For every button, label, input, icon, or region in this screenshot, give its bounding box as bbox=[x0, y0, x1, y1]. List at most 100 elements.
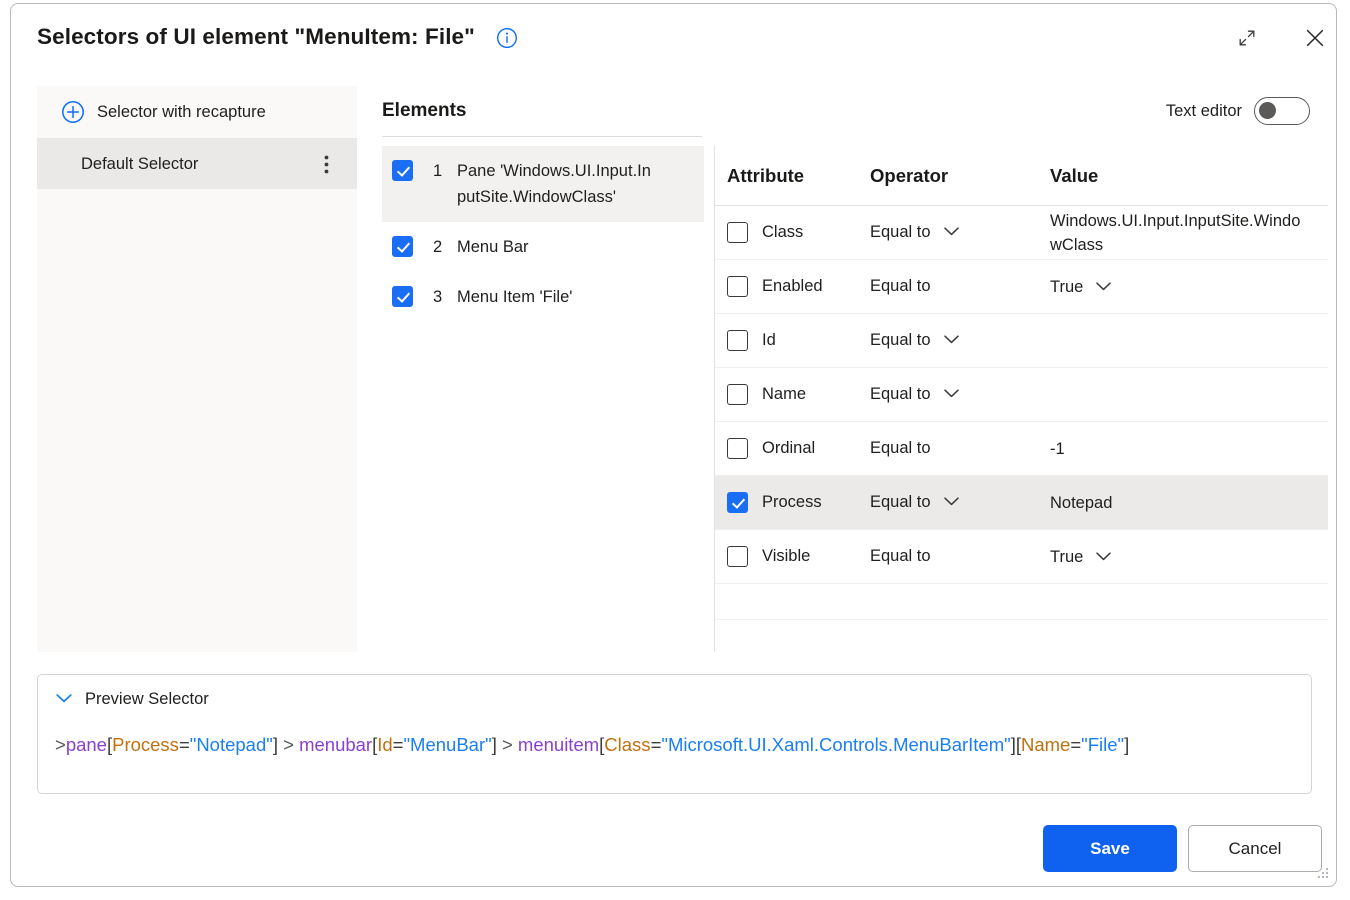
chevron-down-icon bbox=[943, 385, 960, 404]
operator-value: Equal to bbox=[870, 493, 931, 512]
chevron-down-icon bbox=[943, 493, 960, 512]
expand-button[interactable] bbox=[1226, 23, 1268, 57]
chevron-down-icon bbox=[1095, 545, 1112, 569]
selector-token: "File" bbox=[1081, 734, 1124, 755]
selector-token: Class bbox=[604, 734, 650, 755]
value-text: Windows.UI.Input.InputSite.WindowClass bbox=[1050, 209, 1306, 257]
element-index: 1 bbox=[433, 158, 457, 184]
operator-dropdown[interactable]: Equal to bbox=[870, 385, 1050, 404]
attribute-checkbox[interactable] bbox=[727, 492, 748, 513]
attribute-checkbox[interactable] bbox=[727, 330, 748, 351]
table-row[interactable]: Id Equal to bbox=[715, 314, 1328, 368]
attribute-checkbox[interactable] bbox=[727, 438, 748, 459]
value-text: -1 bbox=[1050, 437, 1065, 461]
operator-dropdown[interactable]: Equal to bbox=[870, 547, 1050, 566]
elements-list: 1Pane 'Windows.UI.Input.InputSite.Window… bbox=[382, 146, 704, 322]
element-label: Menu Item 'File' bbox=[457, 284, 572, 310]
element-list-item[interactable]: 3Menu Item 'File' bbox=[382, 272, 704, 322]
value-text: Notepad bbox=[1050, 491, 1112, 515]
selectors-dialog: Selectors of UI element "MenuItem: File" bbox=[10, 3, 1337, 887]
operator-value: Equal to bbox=[870, 223, 931, 242]
selector-token: "Microsoft.UI.Xaml.Controls.MenuBarItem" bbox=[661, 734, 1010, 755]
element-index: 3 bbox=[433, 284, 457, 310]
text-editor-control: Text editor bbox=[1166, 97, 1310, 125]
table-row[interactable]: NameEqual to bbox=[715, 368, 1328, 422]
attribute-name: Id bbox=[762, 331, 776, 350]
selector-token: = bbox=[179, 734, 190, 755]
resize-grip[interactable] bbox=[1314, 865, 1330, 881]
value-text: True bbox=[1050, 545, 1083, 569]
attribute-name: Class bbox=[762, 223, 803, 242]
chevron-down-icon bbox=[55, 691, 73, 709]
element-list-item[interactable]: 1Pane 'Windows.UI.Input.InputSite.Window… bbox=[382, 146, 704, 222]
selector-token: Id bbox=[377, 734, 392, 755]
toggle-knob bbox=[1259, 102, 1276, 119]
save-button[interactable]: Save bbox=[1043, 825, 1177, 872]
selector-token: "Notepad" bbox=[190, 734, 273, 755]
close-button[interactable] bbox=[1294, 23, 1336, 57]
attribute-name: Process bbox=[762, 493, 822, 512]
selector-token: Process bbox=[112, 734, 179, 755]
attribute-checkbox[interactable] bbox=[727, 276, 748, 297]
column-header-operator: Operator bbox=[870, 165, 1050, 187]
operator-value: Equal to bbox=[870, 331, 931, 350]
attribute-cell: Id bbox=[715, 330, 870, 351]
selectors-sidebar: Selector with recapture Default Selector bbox=[37, 86, 357, 652]
table-body: Class Equal to Windows.UI.Input.InputSite.… bbox=[715, 206, 1328, 584]
table-row[interactable]: VisibleEqual toTrue bbox=[715, 530, 1328, 584]
attribute-checkbox[interactable] bbox=[727, 384, 748, 405]
operator-value: Equal to bbox=[870, 439, 931, 458]
element-index: 2 bbox=[433, 234, 457, 260]
preview-selector-toggle[interactable]: Preview Selector bbox=[55, 690, 209, 709]
plus-circle-icon bbox=[61, 100, 85, 124]
value-cell[interactable]: True bbox=[1050, 275, 1328, 299]
selector-token: = bbox=[393, 734, 404, 755]
attribute-checkbox[interactable] bbox=[727, 222, 748, 243]
value-cell[interactable]: True bbox=[1050, 545, 1328, 569]
value-text: True bbox=[1050, 275, 1083, 299]
element-label: Pane 'Windows.UI.Input.InputSite.WindowC… bbox=[457, 158, 657, 210]
preview-selector-code: >pane[Process="Notepad"] > menubar[Id="M… bbox=[55, 731, 1297, 759]
value-cell[interactable]: -1 bbox=[1050, 437, 1328, 461]
table-row[interactable]: EnabledEqual toTrue bbox=[715, 260, 1328, 314]
value-cell[interactable]: Notepad bbox=[1050, 491, 1328, 515]
table-empty-row bbox=[715, 584, 1328, 620]
text-editor-label: Text editor bbox=[1166, 102, 1242, 121]
selector-token: ] bbox=[1124, 734, 1129, 755]
operator-dropdown[interactable]: Equal to bbox=[870, 331, 1050, 350]
attribute-cell: Name bbox=[715, 384, 870, 405]
selector-token: menubar bbox=[299, 734, 372, 755]
chevron-down-icon bbox=[943, 331, 960, 350]
selector-token: > bbox=[278, 734, 299, 755]
selector-token: Name bbox=[1021, 734, 1070, 755]
attribute-cell: Class bbox=[715, 222, 870, 243]
attributes-table: Attribute Operator Value ClassEqual toWi… bbox=[715, 146, 1328, 620]
value-cell[interactable]: Windows.UI.Input.InputSite.WindowClass bbox=[1050, 209, 1328, 257]
operator-dropdown[interactable]: Equal to bbox=[870, 493, 1050, 512]
attribute-cell: Process bbox=[715, 492, 870, 513]
elements-header: Elements bbox=[382, 100, 466, 122]
table-row[interactable]: Class Equal to Windows.UI.Input.InputSite.… bbox=[715, 206, 1328, 260]
selector-token: = bbox=[1070, 734, 1081, 755]
cancel-button[interactable]: Cancel bbox=[1188, 825, 1322, 872]
more-vertical-icon[interactable] bbox=[313, 151, 339, 177]
sidebar-item-default-selector[interactable]: Default Selector bbox=[37, 139, 357, 189]
table-row[interactable]: Process Equal to Notepad bbox=[715, 476, 1328, 530]
table-row[interactable]: OrdinalEqual to-1 bbox=[715, 422, 1328, 476]
operator-dropdown[interactable]: Equal to bbox=[870, 439, 1050, 458]
selector-with-recapture-button[interactable]: Selector with recapture bbox=[37, 86, 357, 139]
attribute-checkbox[interactable] bbox=[727, 546, 748, 567]
chevron-down-icon bbox=[943, 223, 960, 242]
attribute-cell: Enabled bbox=[715, 276, 870, 297]
operator-dropdown[interactable]: Equal to bbox=[870, 277, 1050, 296]
info-circle-icon[interactable] bbox=[496, 27, 518, 49]
element-checkbox[interactable] bbox=[392, 236, 413, 257]
operator-dropdown[interactable]: Equal to bbox=[870, 223, 1050, 242]
element-list-item[interactable]: 2Menu Bar bbox=[382, 222, 704, 272]
element-checkbox[interactable] bbox=[392, 286, 413, 307]
column-header-attribute: Attribute bbox=[715, 165, 870, 187]
preview-selector-panel: Preview Selector >pane[Process="Notepad"… bbox=[37, 674, 1312, 794]
selector-token: pane bbox=[66, 734, 107, 755]
text-editor-toggle[interactable] bbox=[1254, 97, 1310, 125]
element-checkbox[interactable] bbox=[392, 160, 413, 181]
